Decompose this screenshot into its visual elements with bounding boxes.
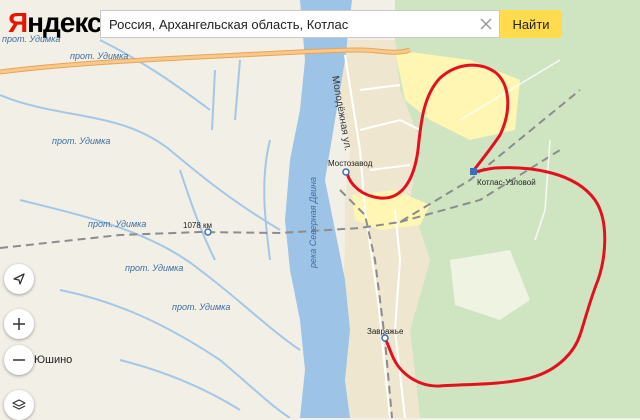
map-canvas[interactable]	[0, 0, 640, 418]
label-prot-udimka-4: прот. Удимка	[88, 219, 147, 229]
label-yushino: Юшино	[34, 354, 73, 366]
plus-icon	[13, 318, 25, 330]
search-bar	[100, 10, 500, 38]
arrow-locate-icon	[13, 273, 25, 285]
search-input[interactable]	[101, 11, 473, 37]
station-icon[interactable]	[470, 168, 477, 175]
label-kotlas-uzlovoy: Котлас-Узловой	[477, 178, 536, 187]
label-mostozavod: Мостозавод	[328, 159, 373, 168]
layers-button[interactable]	[4, 390, 34, 420]
mostozavod-marker[interactable]	[342, 168, 350, 176]
close-icon[interactable]	[473, 11, 499, 37]
label-prot-udimka-1: прот. Удимка	[2, 34, 61, 44]
label-1078-km: 1078 км	[183, 221, 213, 230]
zoom-out-button[interactable]	[4, 345, 34, 375]
label-prot-udimka-3: прот. Удимка	[52, 136, 111, 146]
find-button[interactable]: Найти	[500, 10, 562, 38]
label-prot-udimka-2: прот. Удимка	[70, 51, 129, 61]
zoom-in-button[interactable]	[4, 309, 34, 339]
label-river: река Северная Двина	[308, 176, 318, 268]
close-icon-glyph	[480, 18, 492, 30]
label-prot-udimka-6: прот. Удимка	[172, 302, 231, 312]
locate-button[interactable]	[4, 264, 34, 294]
layers-icon	[12, 399, 26, 410]
minus-icon	[13, 359, 25, 361]
label-zavrazhe: Завражье	[367, 327, 404, 336]
label-prot-udimka-5: прот. Удимка	[125, 263, 184, 273]
